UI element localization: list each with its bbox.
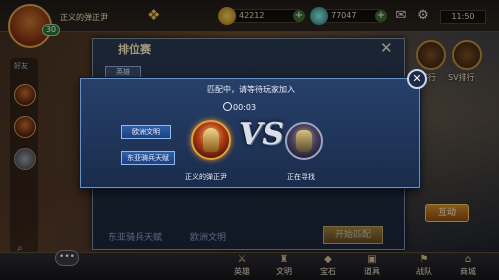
civ-tag: 欧洲文明	[121, 125, 171, 139]
matching-title: 匹配中，请等待玩家加入	[207, 85, 295, 94]
match-timer: 00:03	[233, 103, 257, 112]
clock-icon	[223, 102, 232, 111]
opponent-portrait	[285, 122, 323, 160]
anubis-icon	[296, 130, 312, 152]
searching-label: 正在寻找	[287, 173, 315, 181]
close-button[interactable]: ✕	[407, 69, 427, 89]
player-hero-portrait	[191, 120, 231, 160]
matching-dialog: 匹配中，请等待玩家加入 00:03 ✕ 欧洲文明 东亚骑兵天赋 VS 正义的弹正…	[80, 69, 427, 188]
talent-tag: 东亚骑兵天赋	[121, 151, 175, 165]
spartan-helmet-icon	[203, 128, 219, 152]
player-name-label: 正义的弹正尹	[185, 173, 227, 181]
versus-label: VS	[239, 117, 284, 152]
